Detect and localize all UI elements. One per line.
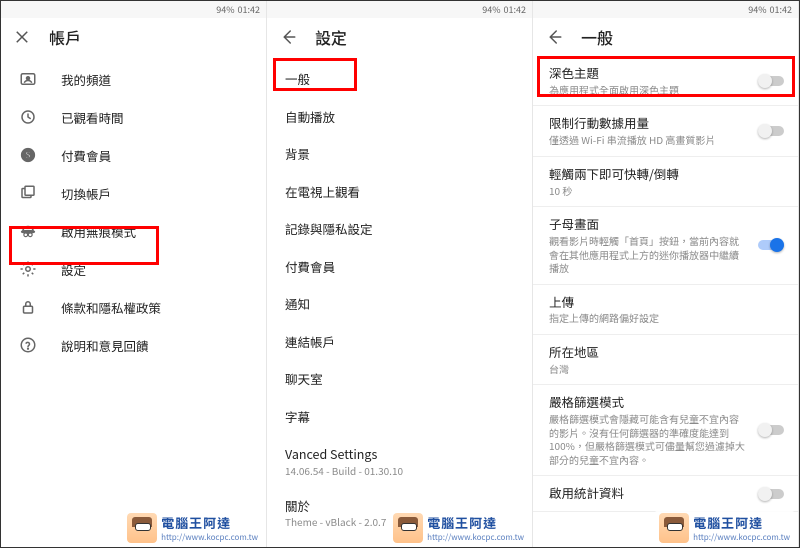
settings-item[interactable]: 自動播放	[267, 98, 532, 136]
menu-item-switch[interactable]: 切換帳戶	[1, 174, 266, 212]
watermark: 電腦王阿達http://www.kocpc.com.tw	[1, 493, 266, 547]
settings-label: 一般	[285, 70, 514, 88]
menu-item-lock[interactable]: 條款和隱私權政策	[1, 288, 266, 326]
titlebar: 一般	[533, 18, 798, 56]
option-row[interactable]: 上傳指定上傳的網路偏好設定	[533, 285, 798, 334]
toggle-switch[interactable]	[758, 487, 784, 501]
option-subtitle: 嚴格篩選模式會隱藏可能含有兒童不宜內容的影片。沒有任何篩選器的準確度能達到 10…	[549, 412, 746, 466]
option-row[interactable]: 啟用統計資料	[533, 476, 798, 511]
page-title: 帳戶	[49, 25, 81, 49]
status-bar: 94%01:42	[267, 1, 532, 18]
status-bar: 94%01:42	[533, 1, 798, 18]
toggle-switch[interactable]	[758, 238, 784, 252]
settings-item[interactable]: 付費會員	[267, 248, 532, 286]
settings-label: 聊天室	[285, 370, 514, 388]
settings-label: 連結帳戶	[285, 333, 514, 351]
option-row[interactable]: 所在地區台灣	[533, 335, 798, 384]
titlebar: 帳戶	[1, 18, 266, 56]
menu-label: 已觀看時間	[61, 108, 124, 127]
menu-label: 條款和隱私權政策	[61, 298, 161, 317]
option-title: 所在地區	[549, 344, 746, 361]
menu-item-incog[interactable]: 啟用無痕模式	[1, 212, 266, 250]
close-icon[interactable]	[11, 26, 33, 48]
settings-label: 背景	[285, 145, 514, 163]
menu-label: 付費會員	[61, 146, 111, 165]
settings-item[interactable]: 背景	[267, 135, 532, 173]
gear-icon	[17, 258, 39, 280]
menu-item-channel[interactable]: 我的頻道	[1, 60, 266, 98]
option-row[interactable]: 深色主題為應用程式全面啟用深色主題	[533, 56, 798, 105]
lock-icon	[17, 296, 39, 318]
settings-label: 自動播放	[285, 108, 514, 126]
option-subtitle: 為應用程式全面啟用深色主題	[549, 83, 746, 97]
menu-item-paid[interactable]: $ 付費會員	[1, 136, 266, 174]
paid-icon: $	[17, 144, 39, 166]
settings-item[interactable]: 記錄與隱私設定	[267, 210, 532, 248]
toggle-switch[interactable]	[758, 423, 784, 437]
channel-icon	[17, 68, 39, 90]
page-title: 設定	[315, 25, 347, 49]
option-row[interactable]: 限制行動數據用量僅透過 Wi-Fi 串流播放 HD 高畫質影片	[533, 106, 798, 155]
settings-item-vanced[interactable]: Vanced Settings14.06.54 - Build - 01.30.…	[267, 435, 532, 487]
history-icon	[17, 106, 39, 128]
settings-label: 付費會員	[285, 258, 514, 276]
menu-label: 啟用無痕模式	[61, 222, 136, 241]
settings-label: 在電視上觀看	[285, 183, 514, 201]
option-title: 嚴格篩選模式	[549, 394, 746, 411]
menu-item-gear[interactable]: 設定	[1, 250, 266, 288]
settings-item[interactable]: 通知	[267, 285, 532, 323]
page-title: 一般	[581, 25, 613, 49]
menu-label: 設定	[61, 260, 86, 279]
menu-label: 說明和意見回饋	[61, 336, 149, 355]
settings-item[interactable]: 一般	[267, 60, 532, 98]
settings-item-about[interactable]: 關於Theme - vBlack - 2.0.7	[267, 487, 532, 539]
back-icon[interactable]	[543, 26, 565, 48]
svg-text:$: $	[25, 148, 30, 161]
option-subtitle: 台灣	[549, 362, 746, 376]
toggle-switch[interactable]	[758, 124, 784, 138]
switch-icon	[17, 182, 39, 204]
titlebar: 設定	[267, 18, 532, 56]
settings-item[interactable]: 字幕	[267, 398, 532, 436]
settings-label: 字幕	[285, 408, 514, 426]
option-title: 子母畫面	[549, 216, 746, 233]
menu-item-help[interactable]: 說明和意見回饋	[1, 326, 266, 364]
option-title: 上傳	[549, 294, 746, 311]
menu-label: 切換帳戶	[61, 184, 111, 203]
settings-item[interactable]: 在電視上觀看	[267, 173, 532, 211]
option-title: 啟用統計資料	[549, 485, 746, 502]
menu-item-history[interactable]: 已觀看時間	[1, 98, 266, 136]
option-subtitle: 10 秒	[549, 184, 746, 198]
help-icon	[17, 334, 39, 356]
settings-label: 記錄與隱私設定	[285, 220, 514, 238]
option-row[interactable]: 輕觸兩下即可快轉/倒轉10 秒	[533, 157, 798, 206]
option-row[interactable]: 子母畫面觀看影片時輕觸「首頁」按鈕，當前內容就會在其他應用程式上方的迷你播放器中…	[533, 207, 798, 283]
settings-item[interactable]: 連結帳戶	[267, 323, 532, 361]
back-icon[interactable]	[277, 26, 299, 48]
option-title: 輕觸兩下即可快轉/倒轉	[549, 166, 746, 183]
option-title: 限制行動數據用量	[549, 115, 746, 132]
settings-label: 通知	[285, 295, 514, 313]
incog-icon	[17, 220, 39, 242]
status-bar: 94%01:42	[1, 1, 266, 18]
option-subtitle: 僅透過 Wi-Fi 串流播放 HD 高畫質影片	[549, 133, 746, 147]
option-subtitle: 觀看影片時輕觸「首頁」按鈕，當前內容就會在其他應用程式上方的迷你播放器中繼續播放	[549, 234, 746, 275]
option-row[interactable]: 嚴格篩選模式嚴格篩選模式會隱藏可能含有兒童不宜內容的影片。沒有任何篩選器的準確度…	[533, 385, 798, 475]
settings-item[interactable]: 聊天室	[267, 360, 532, 398]
option-title: 深色主題	[549, 65, 746, 82]
option-subtitle: 指定上傳的網路偏好設定	[549, 311, 746, 325]
menu-label: 我的頻道	[61, 70, 111, 89]
toggle-switch[interactable]	[758, 74, 784, 88]
